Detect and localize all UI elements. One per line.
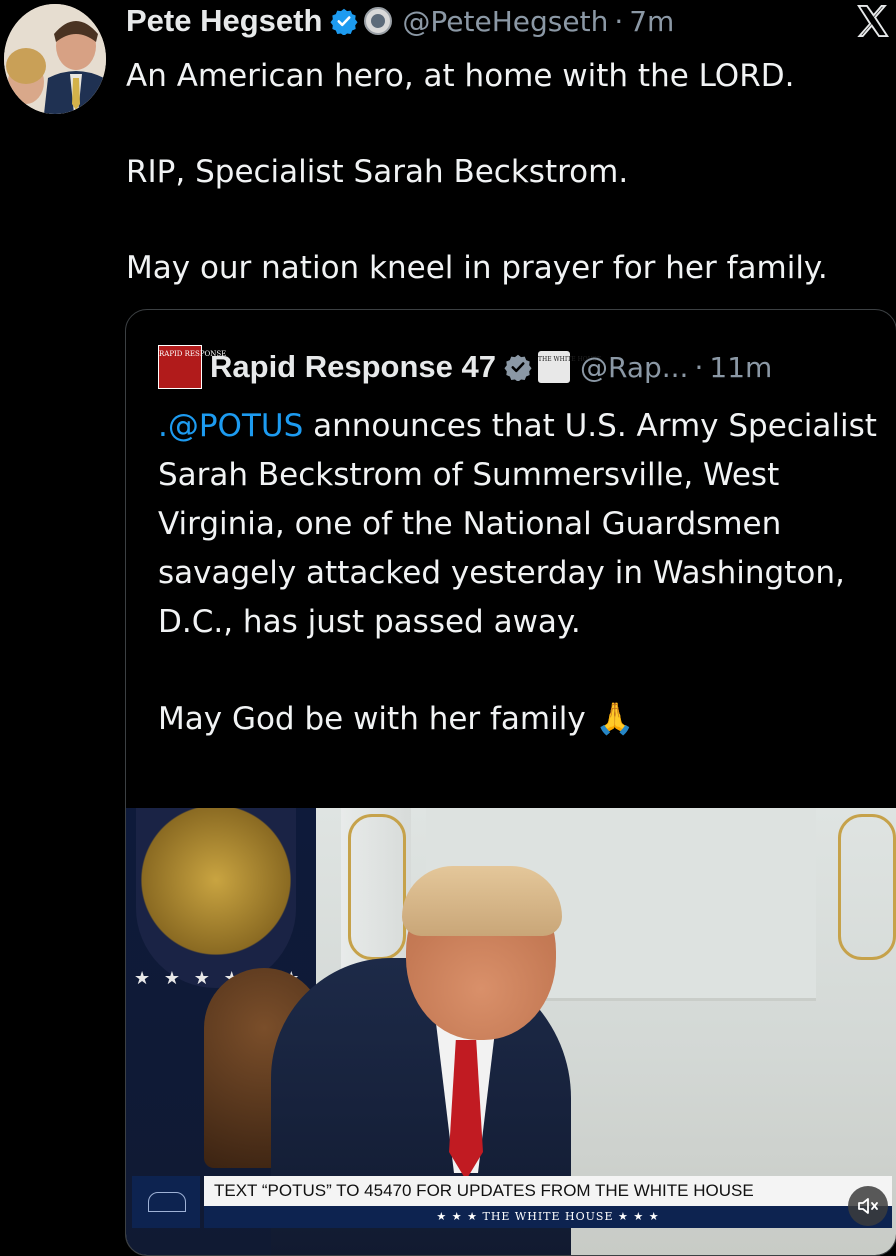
tweet-time[interactable]: 7m: [629, 5, 674, 38]
rapid-response-avatar[interactable]: RAPID RESPONSE: [158, 345, 226, 389]
verified-badge-icon[interactable]: [330, 7, 358, 35]
quoted-tweet-card[interactable]: RAPID RESPONSE Rapid Response 47 THE WHI…: [125, 309, 896, 1256]
verified-badge-icon[interactable]: [504, 353, 532, 381]
presidential-seal: [136, 808, 296, 988]
quoted-author-handle[interactable]: @Rap...: [580, 351, 688, 384]
banner-subtext: ★ ★ ★ THE WHITE HOUSE ★ ★ ★: [204, 1206, 892, 1228]
potus-mention-link[interactable]: .@POTUS: [158, 408, 303, 444]
quoted-tweet-header: RAPID RESPONSE Rapid Response 47 THE WHI…: [158, 345, 772, 389]
author-photo: [4, 4, 106, 114]
tweet-text: An American hero, at home with the LORD.…: [126, 52, 886, 292]
author-name[interactable]: Pete Hegseth: [126, 3, 322, 39]
quoted-tweet-text: .@POTUS announces that U.S. Army Special…: [158, 402, 878, 744]
author-avatar[interactable]: [4, 4, 106, 114]
mute-button[interactable]: [848, 1186, 888, 1226]
x-logo-icon: [857, 5, 890, 37]
tweet-line-2: RIP, Specialist Sarah Beckstrom.: [126, 154, 629, 190]
dod-affiliation-icon[interactable]: [364, 7, 393, 35]
white-house-affiliation-icon[interactable]: THE WHITE HOUSE: [537, 351, 601, 383]
banner-text: TEXT “POTUS” TO 45470 FOR UPDATES FROM T…: [204, 1176, 892, 1206]
gold-ornament: [838, 814, 896, 960]
tweet-line-3: May our nation kneel in prayer for her f…: [126, 250, 828, 286]
quoted-tweet-body: .@POTUS announces that U.S. Army Special…: [158, 402, 878, 647]
quoted-author-name[interactable]: Rapid Response 47: [210, 349, 496, 385]
white-house-logo-icon: [132, 1176, 200, 1228]
quoted-tweet-closing-text: May God be with her family: [158, 701, 586, 737]
quoted-tweet-closing: May God be with her family 🙏: [158, 695, 878, 744]
video-player[interactable]: ★ ★ ★ ★ ★ ★ TEXT “POTUS” TO 45470 FOR UP…: [126, 808, 896, 1255]
speaker-muted-icon: [858, 1198, 878, 1214]
gold-ornament: [348, 814, 406, 960]
separator: ·: [694, 350, 704, 384]
lower-third-banner: TEXT “POTUS” TO 45470 FOR UPDATES FROM T…: [132, 1176, 892, 1228]
tweet-header: Pete Hegseth @PeteHegseth · 7m: [126, 0, 674, 42]
author-handle[interactable]: @PeteHegseth: [402, 5, 608, 38]
person-hair: [402, 866, 562, 936]
tweet-line-1: An American hero, at home with the LORD.: [126, 58, 795, 94]
praying-hands-emoji: 🙏: [595, 701, 635, 737]
quoted-tweet-time[interactable]: 11m: [709, 351, 772, 384]
separator: ·: [614, 4, 624, 38]
